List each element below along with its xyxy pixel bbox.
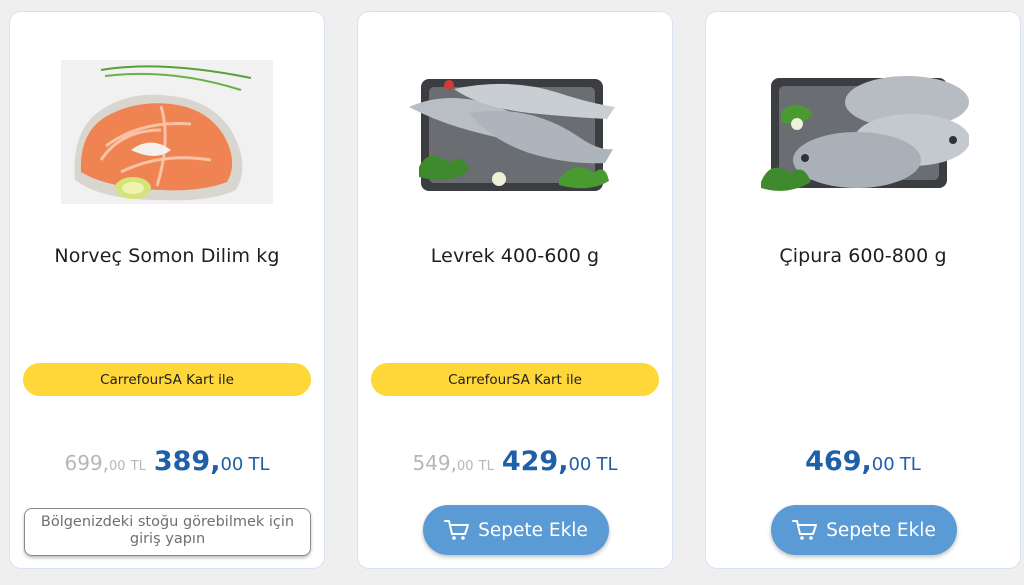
price-decimal: 00: [871, 454, 895, 475]
add-to-cart-label: Sepete Ekle: [478, 519, 588, 541]
price-decimal: 00: [568, 454, 592, 475]
old-price-decimal: 00: [109, 459, 126, 474]
current-price: 469,00 TL: [805, 446, 921, 477]
add-to-cart-button[interactable]: Sepete Ekle: [423, 505, 609, 555]
price-row: 549,00 TL 429,00 TL: [358, 446, 672, 477]
login-to-see-stock-button[interactable]: Bölgenizdeki stoğu görebilmek için giriş…: [24, 508, 311, 556]
product-image[interactable]: [52, 52, 282, 212]
product-grid: Norveç Somon Dilim kg CarrefourSA Kart i…: [0, 0, 1024, 585]
product-title[interactable]: Çipura 600-800 g: [716, 245, 1010, 267]
price-currency: TL: [899, 454, 921, 475]
shopping-cart-icon: [792, 520, 818, 540]
product-image[interactable]: [400, 52, 630, 212]
shopping-cart-icon: [444, 520, 470, 540]
add-to-cart-button[interactable]: Sepete Ekle: [771, 505, 957, 555]
price-integer: 469,: [805, 446, 872, 477]
product-image[interactable]: [748, 52, 978, 212]
current-price: 389,00 TL: [154, 446, 270, 477]
price-decimal: 00: [220, 454, 244, 475]
current-price: 429,00 TL: [502, 446, 618, 477]
price-row: 699,00 TL 389,00 TL: [10, 446, 324, 477]
old-price-currency: TL: [130, 459, 146, 474]
old-price-integer: 699,: [64, 451, 110, 475]
product-title[interactable]: Norveç Somon Dilim kg: [20, 245, 314, 267]
price-integer: 389,: [153, 446, 221, 477]
old-price-integer: 549,: [412, 451, 458, 475]
old-price: 549,00 TL: [412, 451, 493, 475]
product-card: Çipura 600-800 g 469,00 TL Sepete Ekle: [705, 11, 1021, 569]
product-card: Norveç Somon Dilim kg CarrefourSA Kart i…: [9, 11, 325, 569]
price-row: 469,00 TL: [706, 446, 1020, 477]
price-integer: 429,: [501, 446, 569, 477]
old-price-currency: TL: [478, 459, 494, 474]
add-to-cart-label: Sepete Ekle: [826, 519, 936, 541]
salmon-steak-image: [61, 60, 273, 204]
sea-bream-tray-image: [761, 76, 969, 191]
price-currency: TL: [596, 454, 618, 475]
price-currency: TL: [248, 454, 270, 475]
product-card: Levrek 400-600 g CarrefourSA Kart ile 54…: [357, 11, 673, 569]
old-price: 699,00 TL: [64, 451, 145, 475]
card-discount-badge: CarrefourSA Kart ile: [371, 363, 659, 396]
sea-bass-tray-image: [409, 79, 615, 191]
old-price-decimal: 00: [457, 459, 474, 474]
product-title[interactable]: Levrek 400-600 g: [368, 245, 662, 267]
card-discount-badge: CarrefourSA Kart ile: [23, 363, 311, 396]
